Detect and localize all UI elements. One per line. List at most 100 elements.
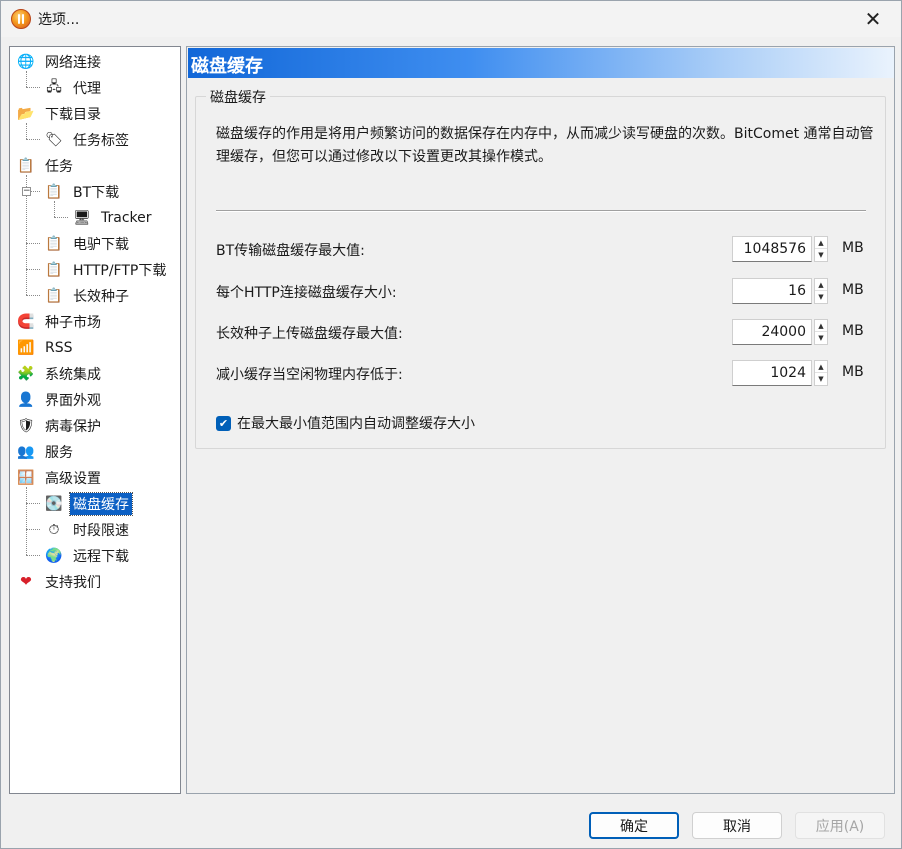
options-tree[interactable]: − 🌐 网络连接 🖧 代理 📂 下载目录 🏷 任务标签 📋 任务 📋 BT下载 … (9, 46, 181, 794)
tree-item-torrent-market[interactable]: 🧲 种子市场 (16, 310, 104, 334)
tree-item-task-tags[interactable]: 🏷 任务标签 (44, 128, 132, 152)
field-row-http-cache-size: 每个HTTP连接磁盘缓存大小: ▲ ▼ MB (216, 278, 876, 304)
tree-item-label: 病毒保护 (45, 419, 101, 435)
unit-label: MB (842, 282, 864, 298)
tree-item-label: 下载目录 (45, 107, 101, 123)
tree-item-label: RSS (45, 340, 73, 356)
tree-item-label: 界面外观 (45, 393, 101, 409)
spin-up-icon[interactable]: ▲ (815, 237, 827, 249)
heart-icon: ❤ (20, 574, 32, 590)
title-bar: 选项... ✕ (1, 1, 901, 37)
auto-adjust-checkbox-row[interactable]: ✔ 在最大最小值范围内自动调整缓存大小 (216, 413, 475, 433)
tree-item-label: 高级设置 (45, 471, 101, 487)
tree-item-http-ftp-download[interactable]: 📋 HTTP/FTP下载 (44, 258, 169, 282)
bt-cache-max-input[interactable] (732, 236, 812, 262)
tree-item-rss[interactable]: 📶 RSS (16, 336, 76, 360)
tag-icon: 🏷 (45, 132, 63, 148)
puzzle-icon: 🧩 (17, 366, 35, 382)
collapse-bt-download[interactable]: − (22, 187, 31, 196)
network-globe-icon: 🖧 (46, 79, 62, 95)
tree-item-label: 任务标签 (73, 133, 129, 149)
settings-window-icon: 🪟 (17, 470, 35, 486)
spin-up-icon[interactable]: ▲ (815, 361, 827, 373)
clipboard-icon: 📋 (45, 184, 63, 200)
spin-down-icon[interactable]: ▼ (815, 291, 827, 303)
field-row-bt-cache-max: BT传输磁盘缓存最大值: ▲ ▼ MB (216, 236, 876, 262)
tree-item-label: 系统集成 (45, 367, 101, 383)
reduce-cache-threshold-spinner[interactable]: ▲ ▼ (814, 360, 828, 386)
tree-item-label: 长效种子 (73, 289, 129, 305)
tree-item-support-us[interactable]: ❤ 支持我们 (16, 570, 104, 594)
apply-button[interactable]: 应用(A) (795, 812, 885, 839)
unit-label: MB (842, 364, 864, 380)
tree-item-download-dir[interactable]: 📂 下载目录 (16, 102, 104, 126)
field-label: 长效种子上传磁盘缓存最大值: (216, 326, 403, 342)
close-button[interactable]: ✕ (851, 3, 895, 35)
clipboard-icon: 📋 (45, 288, 63, 304)
ok-button[interactable]: 确定 (589, 812, 679, 839)
earth-icon: 🌍 (45, 548, 63, 564)
settings-panel: 磁盘缓存 磁盘缓存 磁盘缓存的作用是将用户频繁访问的数据保存在内存中，从而减少读… (186, 46, 895, 794)
field-label: 减小缓存当空闲物理内存低于: (216, 367, 403, 383)
bt-cache-max-spinner[interactable]: ▲ ▼ (814, 236, 828, 262)
group-title: 磁盘缓存 (206, 87, 270, 107)
tree-item-label: 远程下载 (73, 549, 129, 565)
reduce-cache-threshold-input[interactable] (732, 360, 812, 386)
auto-adjust-label[interactable]: 在最大最小值范围内自动调整缓存大小 (237, 413, 475, 433)
tree-item-remote-download[interactable]: 🌍 远程下载 (44, 544, 132, 568)
spin-down-icon[interactable]: ▼ (815, 373, 827, 385)
tree-item-label: Tracker (101, 210, 152, 226)
disk-cache-group: 磁盘缓存 磁盘缓存的作用是将用户频繁访问的数据保存在内存中，从而减少读写硬盘的次… (195, 87, 886, 449)
description-text: 磁盘缓存的作用是将用户频繁访问的数据保存在内存中，从而减少读写硬盘的次数。Bit… (216, 126, 874, 165)
tree-item-emule-download[interactable]: 📋 电驴下载 (44, 232, 132, 256)
tree-item-services[interactable]: 👥 服务 (16, 440, 76, 464)
spin-down-icon[interactable]: ▼ (815, 249, 827, 261)
tree-item-label: BT下载 (73, 185, 120, 201)
tree-item-long-term-seed[interactable]: 📋 长效种子 (44, 284, 132, 308)
spin-down-icon[interactable]: ▼ (815, 332, 827, 344)
clipboard-icon: 📋 (45, 262, 63, 278)
shield-icon: 🛡 (17, 418, 35, 434)
cancel-button[interactable]: 取消 (692, 812, 782, 839)
tree-item-tracker[interactable]: 🖥 Tracker (72, 206, 155, 230)
tree-item-virus-protection[interactable]: 🛡 病毒保护 (16, 414, 104, 438)
tree-item-bt-download[interactable]: 📋 BT下载 (44, 180, 122, 204)
tree-item-proxy[interactable]: 🖧 代理 (44, 76, 104, 100)
magnet-icon: 🧲 (17, 314, 35, 330)
tree-item-label: 电驴下载 (73, 237, 129, 253)
http-cache-size-spinner[interactable]: ▲ ▼ (814, 278, 828, 304)
field-label: BT传输磁盘缓存最大值: (216, 243, 365, 259)
unit-label: MB (842, 323, 864, 339)
disk-icon: 💽 (45, 496, 63, 512)
auto-adjust-checkbox[interactable]: ✔ (216, 415, 231, 431)
field-label: 每个HTTP连接磁盘缓存大小: (216, 285, 397, 301)
tree-item-tasks[interactable]: 📋 任务 (16, 154, 76, 178)
server-icon: 🖥 (73, 210, 91, 226)
clock-icon: ⏱ (48, 522, 60, 538)
spin-up-icon[interactable]: ▲ (815, 320, 827, 332)
panel-header: 磁盘缓存 (188, 48, 894, 78)
globe-icon: 🌐 (17, 54, 35, 70)
seed-upload-cache-max-spinner[interactable]: ▲ ▼ (814, 319, 828, 345)
unit-label: MB (842, 240, 864, 256)
tree-item-label: 网络连接 (45, 55, 101, 71)
tree-item-system-integration[interactable]: 🧩 系统集成 (16, 362, 104, 386)
seed-upload-cache-max-input[interactable] (732, 319, 812, 345)
field-row-seed-upload-cache-max: 长效种子上传磁盘缓存最大值: ▲ ▼ MB (216, 319, 876, 345)
tree-item-disk-cache[interactable]: 💽 磁盘缓存 (44, 492, 133, 516)
spin-up-icon[interactable]: ▲ (815, 279, 827, 291)
http-cache-size-input[interactable] (732, 278, 812, 304)
panel-title: 磁盘缓存 (191, 56, 263, 77)
tree-item-label: 支持我们 (45, 575, 101, 591)
clipboard-icon: 📋 (17, 158, 35, 174)
window-title: 选项... (38, 12, 80, 28)
tree-item-appearance[interactable]: 👤 界面外观 (16, 388, 104, 412)
tree-item-scheduled-speed-limit[interactable]: ⏱ 时段限速 (44, 518, 132, 542)
tree-item-network[interactable]: 🌐 网络连接 (16, 50, 104, 74)
separator (216, 210, 866, 212)
tree-item-label: 磁盘缓存 (69, 492, 133, 516)
tree-item-advanced[interactable]: 🪟 高级设置 (16, 466, 104, 490)
clipboard-icon: 📋 (45, 236, 63, 252)
rss-icon: 📶 (17, 340, 35, 356)
tree-item-label: 任务 (45, 159, 73, 175)
